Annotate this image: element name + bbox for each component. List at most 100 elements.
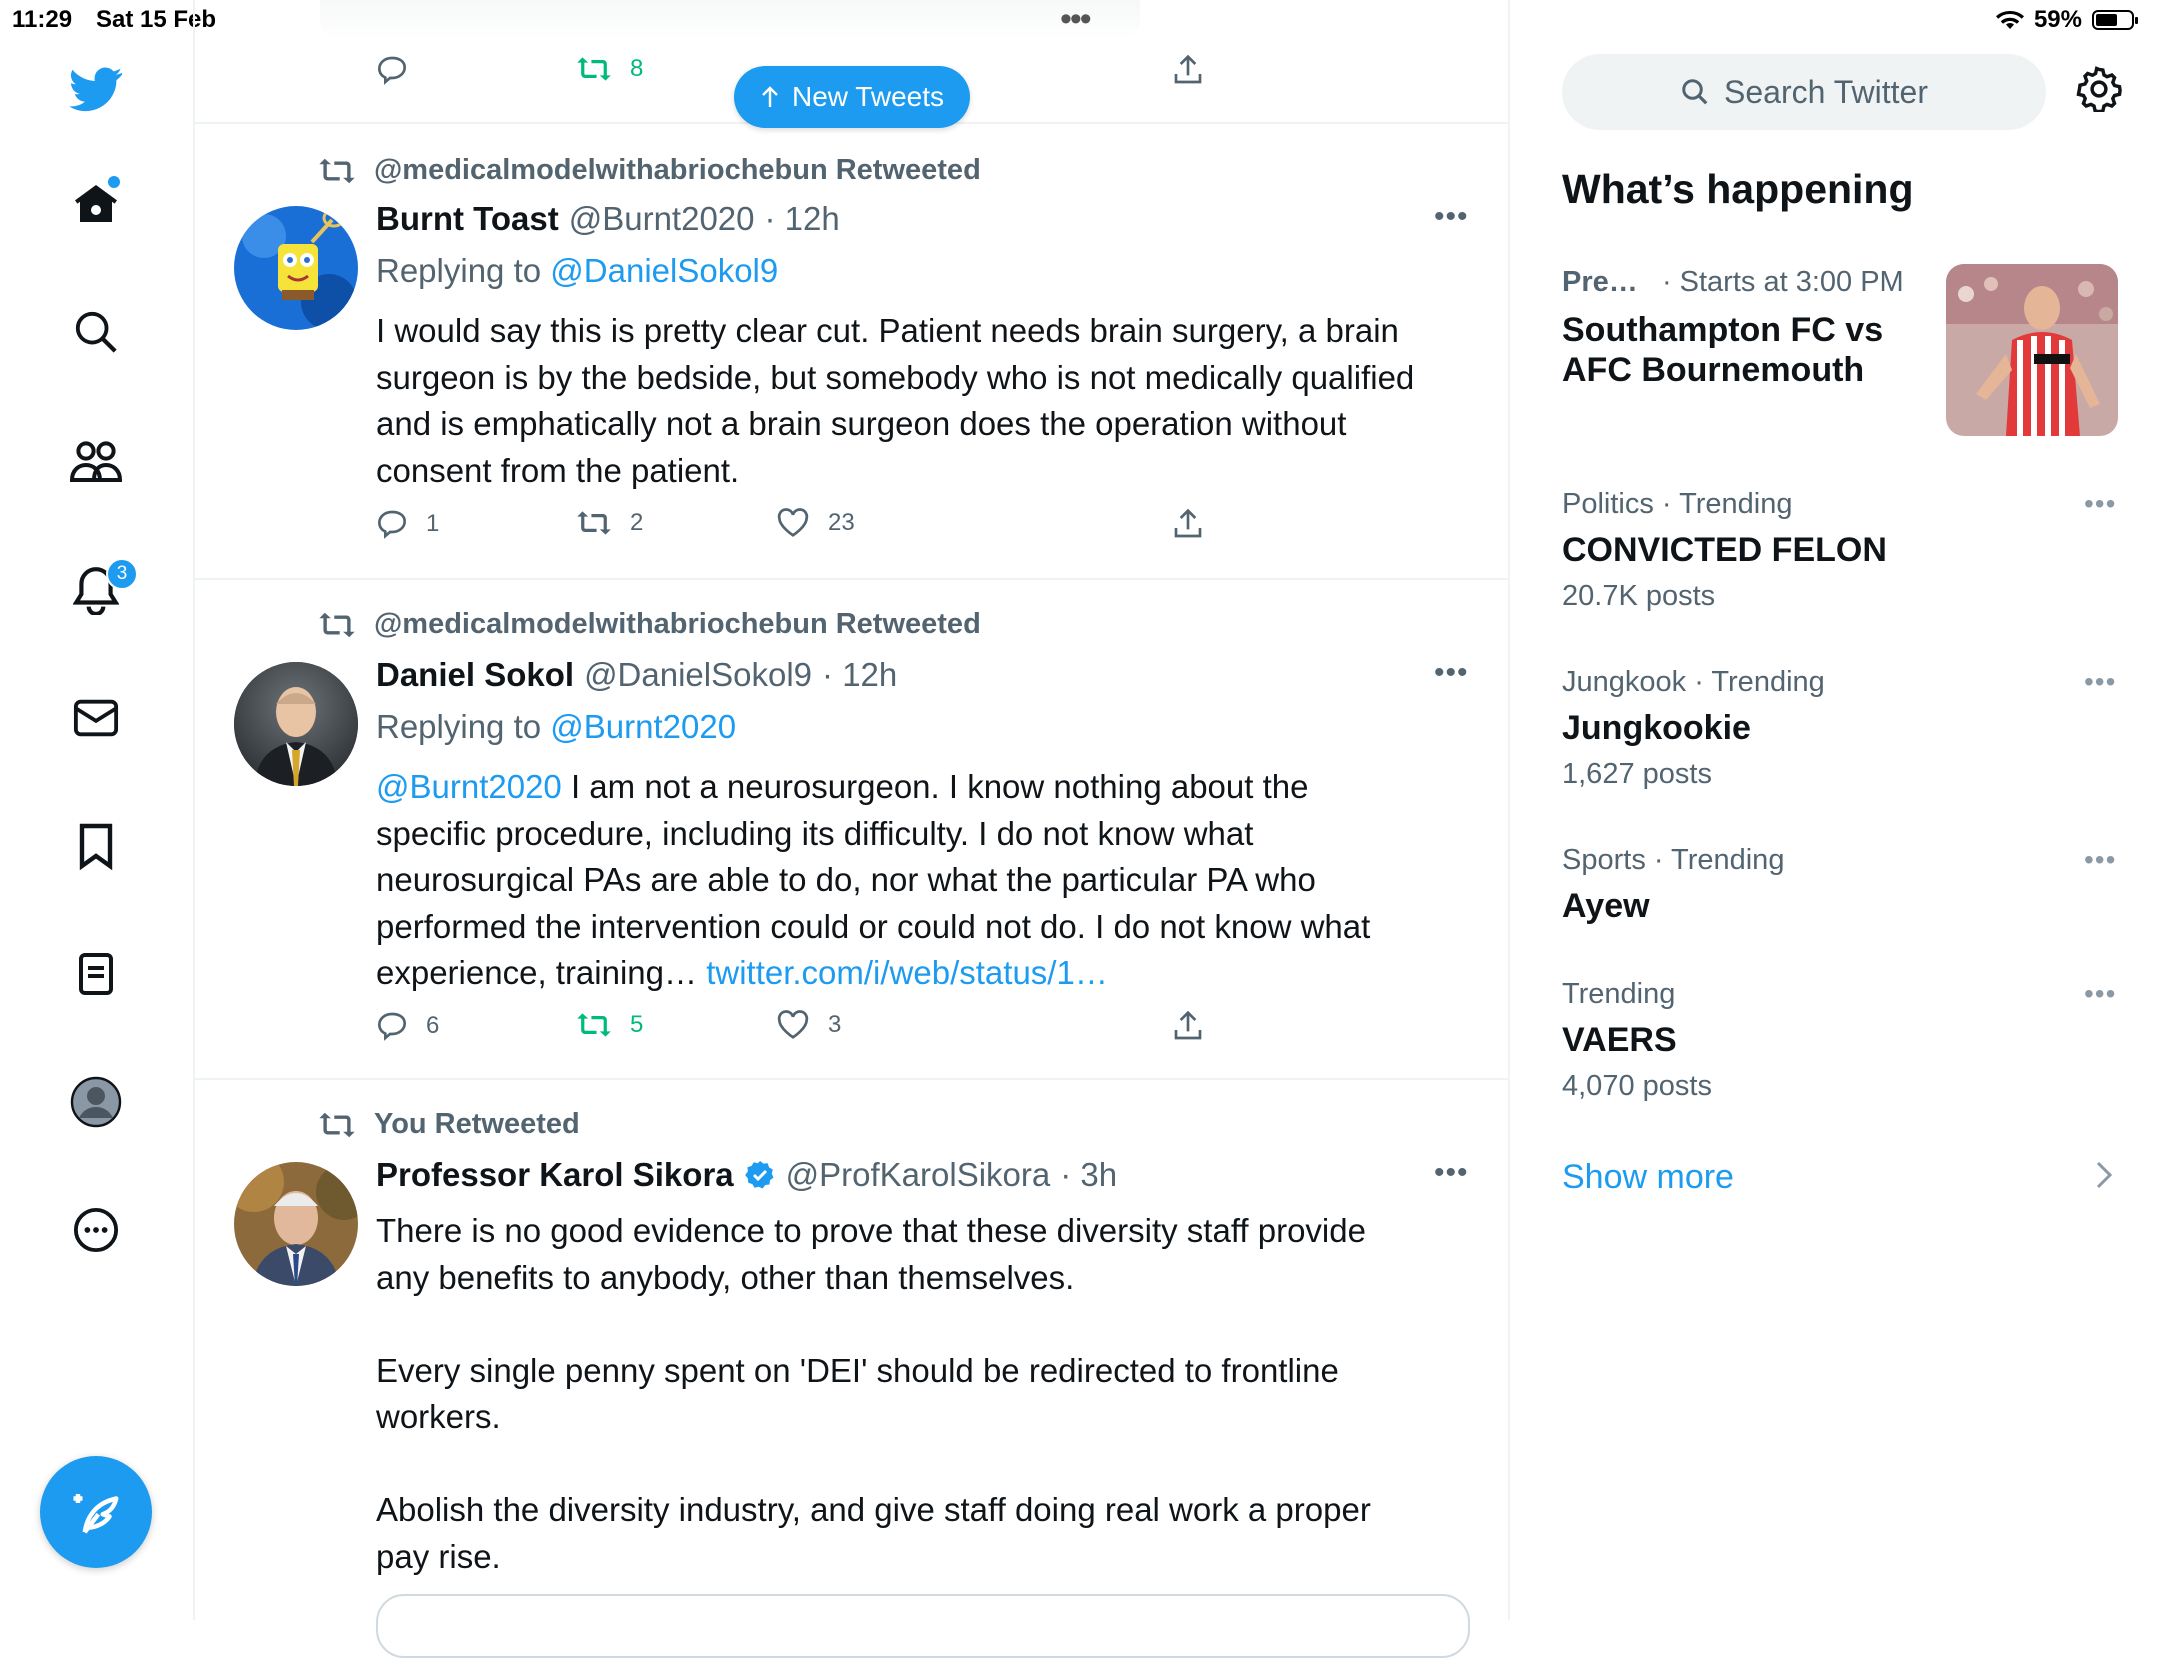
like-count: 3 — [828, 1011, 842, 1038]
reply-count: 6 — [426, 1012, 440, 1039]
tweet-status-link[interactable]: twitter.com/i/web/status/1… — [706, 954, 1108, 991]
like-count: 23 — [828, 509, 855, 536]
share-button[interactable] — [1172, 1010, 1204, 1042]
trend-count: 1,627 posts — [1562, 758, 1712, 790]
trend-meta: Trending — [1562, 978, 1676, 1010]
mention-link[interactable]: @Burnt2020 — [376, 768, 562, 805]
reply-button[interactable]: 1 — [376, 508, 439, 540]
retweeted-by[interactable]: @medicalmodelwithabriochebun Retweeted — [374, 154, 981, 187]
communities-icon[interactable] — [66, 432, 126, 492]
wifi-icon — [1995, 10, 2024, 29]
new-tweets-label: New Tweets — [792, 81, 944, 112]
tweet-time[interactable]: · 12h — [765, 200, 840, 238]
share-icon — [1174, 508, 1202, 538]
reply-icon — [377, 510, 407, 539]
replying-to: Replying to @Burnt2020 — [376, 708, 736, 746]
retweet-icon — [577, 511, 611, 535]
tweet-text: @Burnt2020 I am not a neurosurgeon. I kn… — [376, 764, 1466, 997]
compose-tweet-button[interactable] — [40, 1456, 152, 1568]
settings-gear-icon[interactable] — [2076, 66, 2122, 117]
reply-icon — [377, 1012, 407, 1041]
trend-more-icon[interactable]: ••• — [2084, 844, 2116, 876]
trend-more-icon[interactable]: ••• — [2084, 666, 2116, 698]
search-icon[interactable] — [66, 302, 126, 362]
event-title-line: AFC Bournemouth — [1562, 351, 1865, 389]
profile-avatar-icon[interactable] — [66, 1072, 126, 1132]
retweet-context: You Retweeted — [318, 1108, 580, 1141]
reply-button[interactable]: 6 — [376, 1010, 439, 1042]
like-button[interactable]: 3 — [776, 1010, 841, 1040]
tweet-text: There is no good evidence to prove that … — [376, 1208, 1466, 1580]
retweet-icon — [577, 57, 611, 81]
status-right: 59% — [1995, 6, 2138, 34]
tweet-more-icon[interactable]: ••• — [1434, 1156, 1469, 1190]
trend-more-icon[interactable]: ••• — [2084, 978, 2116, 1010]
tweet-text: I would say this is pretty clear cut. Pa… — [376, 308, 1466, 494]
divider — [194, 1078, 1508, 1080]
like-button[interactable]: 23 — [776, 508, 855, 538]
avatar[interactable] — [234, 662, 358, 786]
retweet-button[interactable]: 2 — [576, 508, 643, 538]
retweet-context: @medicalmodelwithabriochebun Retweeted — [318, 608, 981, 641]
search-input[interactable]: Search Twitter — [1562, 54, 2046, 130]
trend-more-icon[interactable]: ••• — [2084, 488, 2116, 520]
avatar[interactable] — [234, 206, 358, 330]
retweet-count: 2 — [630, 509, 644, 536]
event-category: Pre… — [1562, 266, 1638, 298]
author-name[interactable]: Burnt Toast — [376, 200, 559, 238]
tweet-text-line: surgeon is by the bedside, but somebody … — [376, 358, 1415, 396]
share-button[interactable] — [1172, 54, 1204, 86]
retweet-icon — [319, 1112, 355, 1137]
tweet-actions: 6 5 3 — [376, 1010, 1236, 1050]
share-button[interactable] — [1172, 508, 1204, 540]
quoted-media-card[interactable] — [376, 1594, 1470, 1658]
tweet-text-line: workers. — [376, 1398, 501, 1435]
retweet-button[interactable]: 5 — [576, 1010, 643, 1040]
event-meta: Pre… · Starts at 3:00 PM — [1562, 266, 1904, 299]
tweet-text-line: and is emphatically not a brain surgeon … — [376, 405, 1347, 442]
tweet-header: Professor Karol Sikora @ProfKarolSikora … — [376, 1156, 1117, 1194]
tweet-text-line: pay rise. — [376, 1537, 501, 1575]
tweet-more-icon[interactable]: ••• — [1434, 656, 1469, 690]
divider — [194, 578, 1508, 580]
new-tweets-button[interactable]: New Tweets — [734, 66, 970, 128]
replying-to-link[interactable]: @Burnt2020 — [550, 708, 736, 745]
bookmarks-icon[interactable] — [66, 816, 126, 876]
tweet-time[interactable]: · 12h — [822, 656, 897, 694]
retweeted-by[interactable]: @medicalmodelwithabriochebun Retweeted — [374, 608, 981, 641]
arrow-up-icon — [762, 86, 778, 107]
tweet-text-line: I would say this is pretty clear cut. Pa… — [376, 312, 1399, 349]
reply-button[interactable] — [376, 54, 408, 86]
search-icon — [1682, 79, 1708, 105]
show-more-link[interactable]: Show more — [1562, 1158, 1734, 1197]
tweet-time[interactable]: · 3h — [1060, 1156, 1117, 1194]
author-handle[interactable]: @Burnt2020 — [569, 200, 755, 238]
author-handle[interactable]: @ProfKarolSikora — [786, 1156, 1051, 1194]
tweet-header: Burnt Toast @Burnt2020 · 12h — [376, 200, 840, 238]
retweet-count: 5 — [630, 1011, 644, 1038]
messages-icon[interactable] — [66, 688, 126, 748]
author-handle[interactable]: @DanielSokol9 — [584, 656, 812, 694]
retweet-button[interactable]: 8 — [576, 54, 643, 84]
twitter-logo-icon[interactable] — [66, 60, 126, 120]
event-title-line: Southampton FC vs — [1562, 311, 1884, 349]
more-options-icon[interactable] — [66, 1200, 126, 1260]
author-name[interactable]: Professor Karol Sikora — [376, 1156, 734, 1194]
search-placeholder: Search Twitter — [1724, 73, 1928, 110]
trend-title: VAERS — [1562, 1021, 1677, 1059]
trend-count: 20.7K posts — [1562, 580, 1716, 612]
avatar[interactable] — [234, 1162, 358, 1286]
author-name[interactable]: Daniel Sokol — [376, 656, 574, 694]
chevron-right-icon[interactable] — [2094, 1160, 2114, 1198]
tweet-text-line — [376, 1441, 1466, 1488]
tweet-actions: 1 2 23 — [376, 508, 1236, 548]
tweet-more-icon[interactable]: ••• — [1434, 200, 1469, 234]
replying-to-prefix: Replying to — [376, 252, 542, 289]
replying-to-link[interactable]: @DanielSokol9 — [550, 252, 778, 289]
home-unread-dot — [106, 174, 122, 190]
verified-badge-icon — [744, 1159, 776, 1191]
retweet-context: @medicalmodelwithabriochebun Retweeted — [318, 154, 981, 187]
lists-icon[interactable] — [66, 944, 126, 1004]
tweet-text-line: Abolish the diversity industry, and give… — [376, 1491, 1371, 1528]
retweeted-by[interactable]: You Retweeted — [374, 1108, 580, 1141]
